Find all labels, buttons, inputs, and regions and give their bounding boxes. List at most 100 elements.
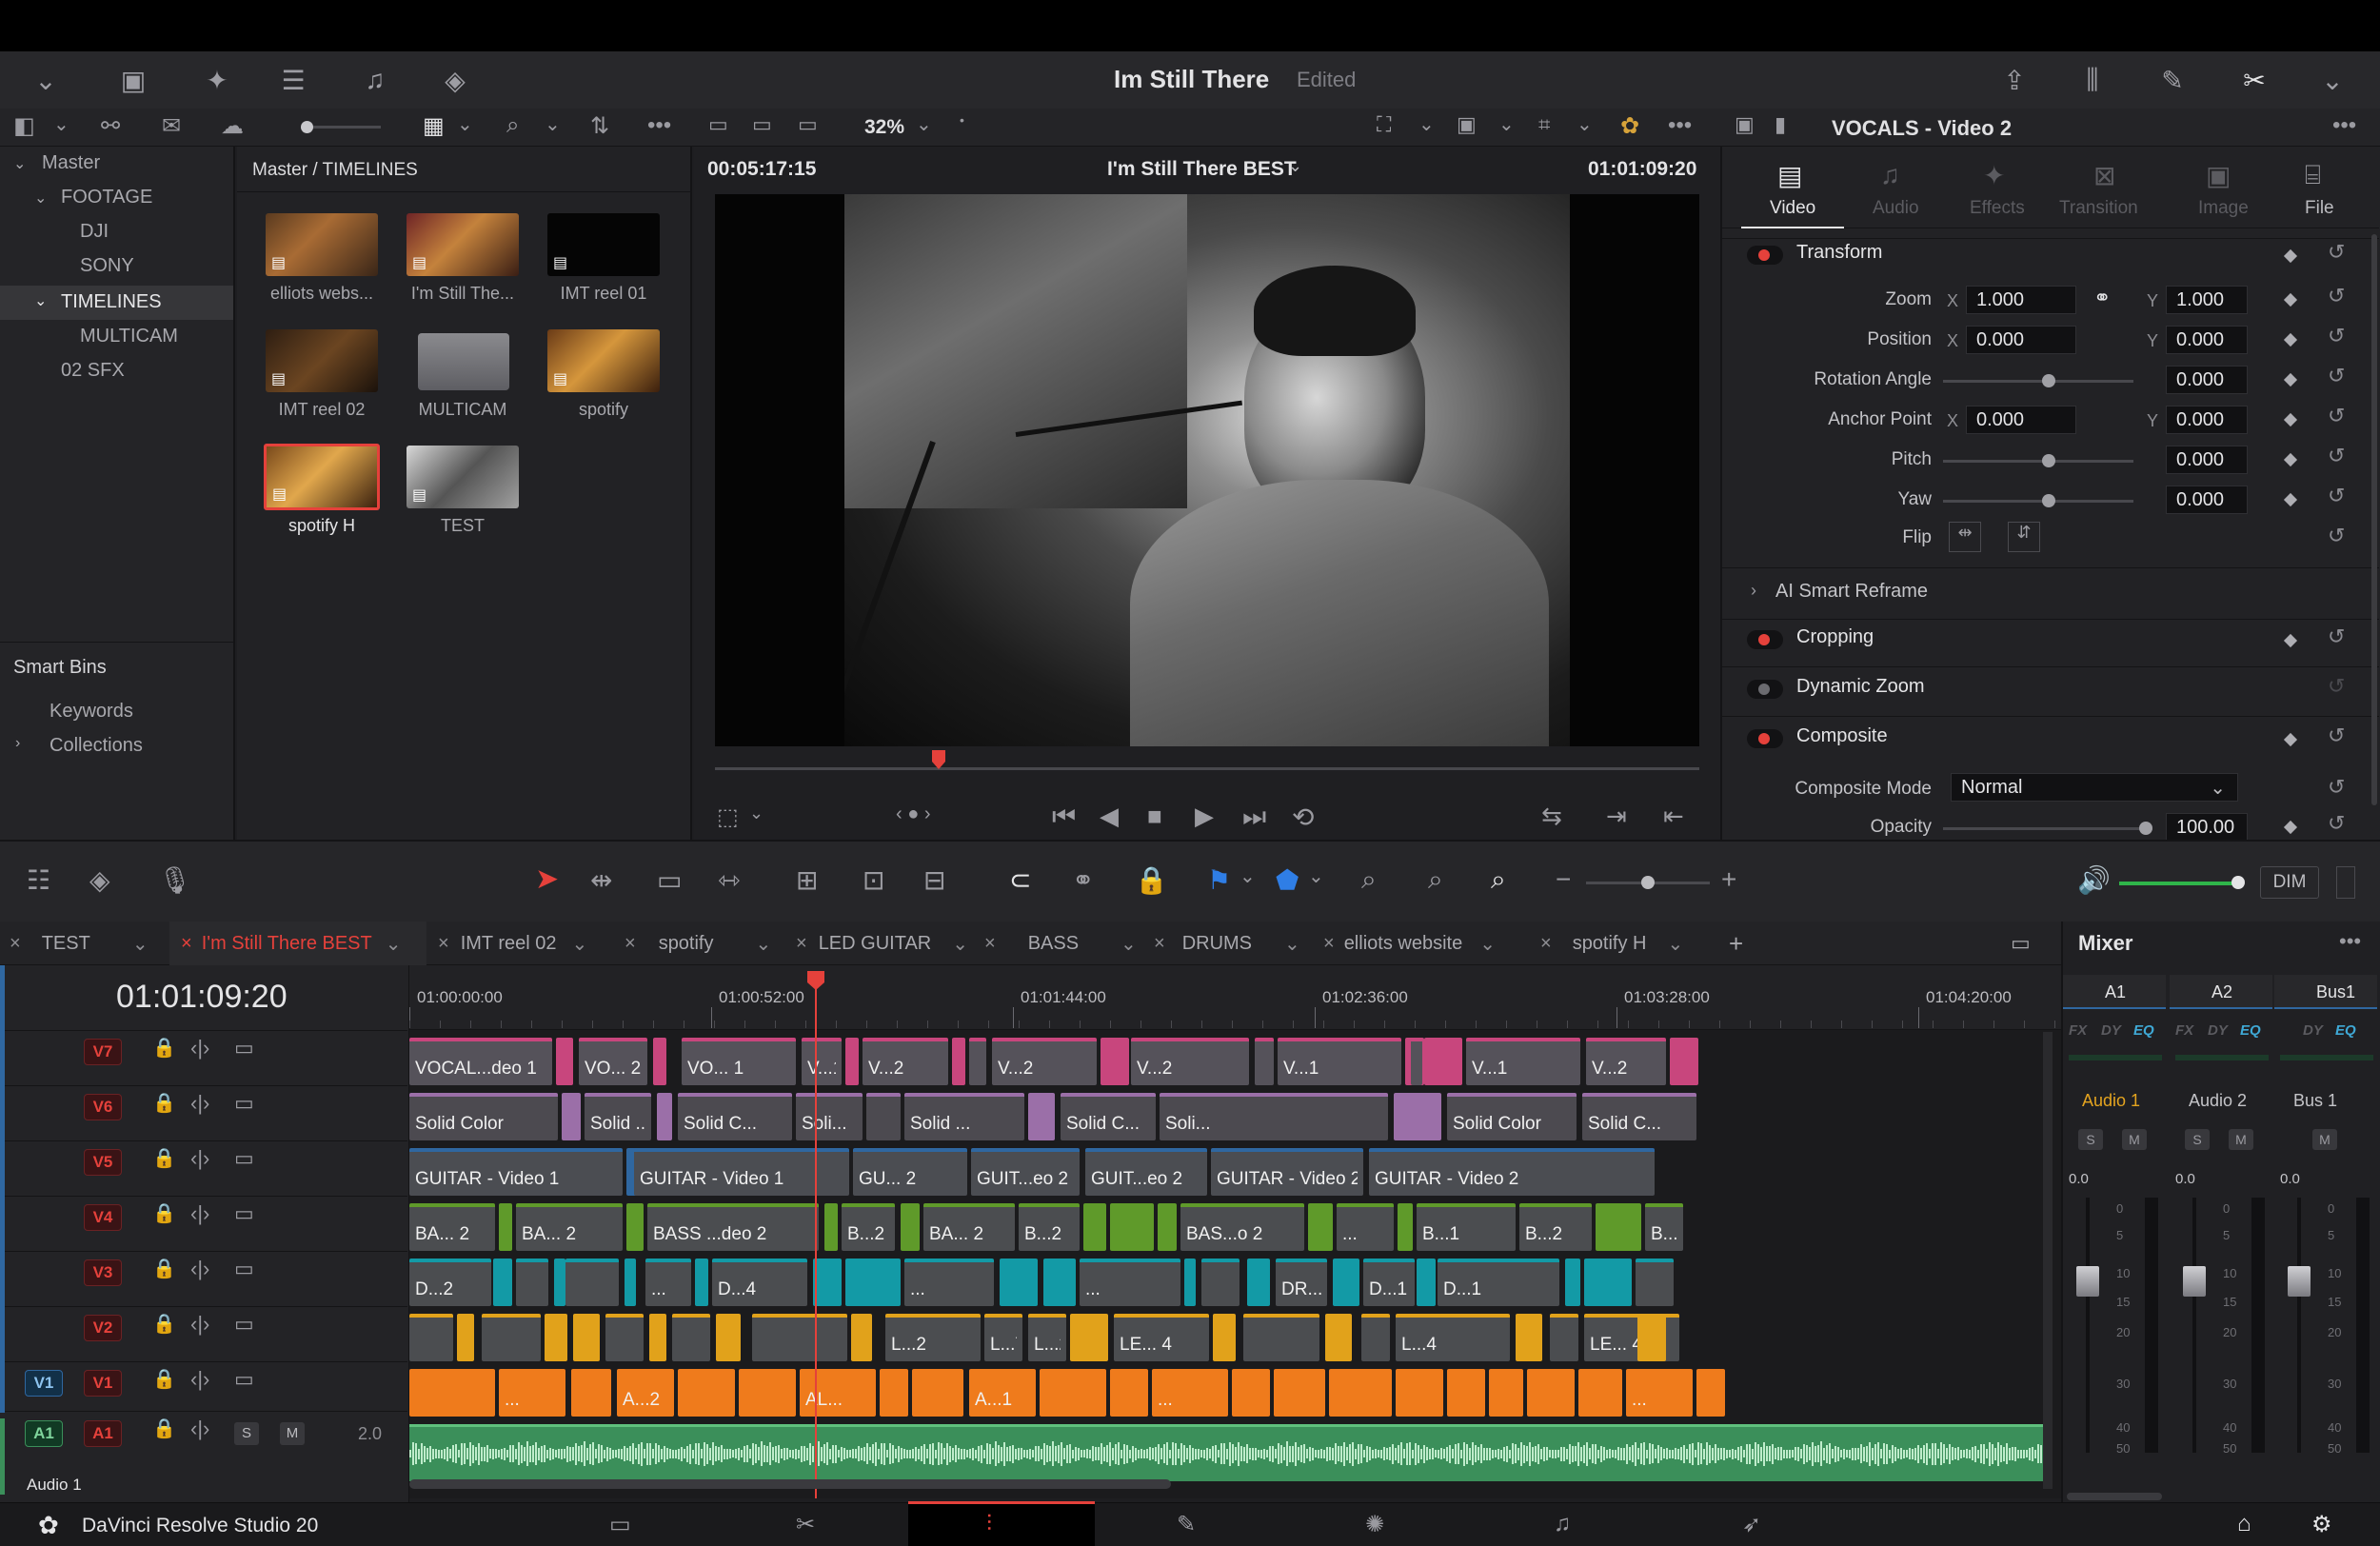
transform-toggle[interactable] bbox=[1747, 246, 1783, 265]
bin-sony[interactable]: SONY bbox=[80, 255, 134, 277]
home-icon[interactable]: ⌂ bbox=[2237, 1511, 2251, 1537]
viewer-timeline-name[interactable]: I'm Still There BEST bbox=[1107, 158, 1297, 181]
timeline-clip[interactable]: V...1 bbox=[1278, 1038, 1401, 1085]
close-icon[interactable]: × bbox=[10, 933, 21, 955]
mixer-eq-button[interactable]: EQ bbox=[2133, 1022, 2154, 1039]
file-tab-icon[interactable]: ⌸ bbox=[2305, 160, 2321, 191]
timeline-clip[interactable] bbox=[1636, 1259, 1674, 1306]
timeline-clip[interactable]: AL... bbox=[800, 1369, 876, 1417]
tab-file[interactable]: File bbox=[2305, 198, 2334, 219]
viewer-single-icon[interactable]: ▭ bbox=[708, 112, 728, 137]
thumb-im-still-there[interactable]: ▤ bbox=[407, 213, 519, 276]
timeline-clip[interactable]: Solid C... bbox=[1061, 1093, 1156, 1140]
timeline-clip[interactable] bbox=[952, 1038, 965, 1085]
track-badge[interactable]: V6 bbox=[84, 1094, 122, 1120]
chevron-down-icon[interactable]: ⌄ bbox=[1577, 112, 1593, 136]
rotation-field[interactable]: 0.000 bbox=[2166, 366, 2248, 394]
timeline-clip[interactable] bbox=[813, 1259, 842, 1306]
mixer-solo-button[interactable]: S bbox=[2078, 1129, 2103, 1150]
timeline-clip[interactable]: V...2 bbox=[1586, 1038, 1666, 1085]
timeline-clip[interactable] bbox=[1213, 1314, 1236, 1361]
reset-icon[interactable]: ↺ bbox=[2328, 775, 2345, 800]
lock-icon[interactable]: 🔒 bbox=[152, 1257, 176, 1280]
timeline-clip[interactable] bbox=[605, 1314, 644, 1361]
timeline-clip[interactable]: BA... 2 bbox=[516, 1203, 623, 1251]
fader-knob[interactable] bbox=[2076, 1266, 2099, 1297]
timeline-clip[interactable] bbox=[739, 1369, 796, 1417]
timeline-clip[interactable] bbox=[1565, 1259, 1580, 1306]
edit-index-icon[interactable]: ☰ bbox=[272, 59, 314, 101]
cloud-icon[interactable]: ☁ bbox=[221, 112, 244, 140]
mixer-dy-button[interactable]: DY bbox=[2208, 1022, 2228, 1039]
timeline-clip[interactable] bbox=[571, 1369, 611, 1417]
timeline-clip[interactable] bbox=[482, 1314, 541, 1361]
zoom-x-field[interactable]: 1.000 bbox=[1966, 286, 2076, 314]
reset-icon[interactable]: ↺ bbox=[2328, 674, 2345, 699]
keyframe-icon[interactable] bbox=[2283, 492, 2298, 507]
timeline-clip[interactable]: ... bbox=[645, 1259, 691, 1306]
skip-to-end-icon[interactable]: ⏭ bbox=[1242, 802, 1266, 833]
keyframe-icon[interactable] bbox=[2283, 820, 2298, 835]
lock-icon[interactable]: 🔒 bbox=[152, 1146, 176, 1170]
pool-item-label[interactable]: MULTICAM bbox=[391, 400, 534, 420]
keyframe-icon[interactable] bbox=[2283, 452, 2298, 467]
position-y-field[interactable]: 0.000 bbox=[2166, 326, 2248, 354]
mixer-eq-button[interactable]: EQ bbox=[2335, 1022, 2356, 1039]
audio-tab-icon[interactable]: ♫ bbox=[1880, 160, 1900, 190]
timeline-clip[interactable] bbox=[457, 1314, 474, 1361]
timeline-clip[interactable] bbox=[562, 1093, 581, 1140]
jog-control-icon[interactable]: ‹ ● › bbox=[896, 803, 931, 825]
play-icon[interactable]: ▶ bbox=[1195, 802, 1214, 831]
rotation-slider[interactable] bbox=[1943, 374, 2133, 387]
reset-icon[interactable]: ↺ bbox=[2328, 811, 2345, 836]
timeline-clip[interactable] bbox=[1308, 1203, 1333, 1251]
reset-icon[interactable]: ↺ bbox=[2328, 324, 2345, 348]
auto-select-icon[interactable]: ‹|› bbox=[190, 1146, 209, 1171]
hq-icon[interactable]: ▣ bbox=[1457, 112, 1477, 137]
tab-spotify-h[interactable]: × spotify H ⌄ bbox=[1531, 922, 1698, 965]
track-visibility-icon[interactable]: ▭ bbox=[234, 1091, 254, 1116]
keyframe-icon[interactable] bbox=[2283, 332, 2298, 347]
microphone-icon[interactable]: 🎙 bbox=[158, 864, 192, 896]
timeline-clip[interactable]: Soli... bbox=[796, 1093, 863, 1140]
track-visibility-icon[interactable]: ▭ bbox=[234, 1312, 254, 1337]
thumb-test[interactable]: ▤ bbox=[407, 446, 519, 508]
sound-library-icon[interactable]: ♫ bbox=[354, 59, 396, 101]
full-extent-zoom-icon[interactable]: ⌕ bbox=[1361, 864, 1377, 896]
section-ai-smart-reframe[interactable]: AI Smart Reframe bbox=[1775, 581, 1928, 603]
reset-icon[interactable]: ↺ bbox=[2328, 624, 2345, 649]
bin-master[interactable]: Master bbox=[42, 152, 100, 174]
timeline-clip[interactable] bbox=[1083, 1203, 1106, 1251]
fusion-page-icon[interactable]: ✎ bbox=[1177, 1511, 1196, 1538]
timeline-clip[interactable] bbox=[1043, 1259, 1076, 1306]
timeline-clip[interactable]: VO... 2 bbox=[579, 1038, 647, 1085]
timeline-clip[interactable] bbox=[556, 1038, 573, 1085]
timeline-clip[interactable] bbox=[1447, 1369, 1485, 1417]
timeline-clip[interactable]: B...3 bbox=[1645, 1203, 1683, 1251]
timeline-clip[interactable] bbox=[499, 1203, 512, 1251]
dynamic-trim-icon[interactable]: ▭ bbox=[657, 864, 682, 896]
timeline-clip[interactable]: LE... 4 bbox=[1114, 1314, 1209, 1361]
transitions-icon[interactable]: ◈ bbox=[89, 864, 110, 896]
expand-icon[interactable]: ⌄ bbox=[2311, 59, 2353, 101]
cut-page-icon[interactable]: ✂ bbox=[796, 1511, 815, 1538]
timeline-clip[interactable] bbox=[1028, 1093, 1055, 1140]
mixer-dy-button[interactable]: DY bbox=[2101, 1022, 2121, 1039]
timeline-ruler[interactable] bbox=[409, 965, 2061, 1030]
mixer-icon[interactable]: ⫼ bbox=[2072, 59, 2113, 101]
more-icon[interactable]: ••• bbox=[2332, 112, 2356, 139]
timeline-clip[interactable] bbox=[1550, 1314, 1578, 1361]
zoom-level[interactable]: 32% bbox=[864, 116, 904, 139]
tab-spotify[interactable]: × spotify ⌄ bbox=[615, 922, 784, 965]
timeline-clip[interactable] bbox=[1670, 1038, 1698, 1085]
keyframe-icon[interactable] bbox=[2283, 412, 2298, 427]
position-x-field[interactable]: 0.000 bbox=[1966, 326, 2076, 354]
timeline-clip[interactable] bbox=[1329, 1369, 1392, 1417]
timeline-clip[interactable]: GUITAR - Video 2 bbox=[1369, 1148, 1655, 1196]
reset-icon[interactable]: ↺ bbox=[2328, 723, 2345, 748]
timeline-clip[interactable] bbox=[695, 1259, 708, 1306]
timeline-clip[interactable] bbox=[716, 1314, 741, 1361]
thumb-elliots-website[interactable]: ▤ bbox=[266, 213, 378, 276]
metadata-icon[interactable]: ◈ bbox=[434, 59, 476, 101]
timeline-clip[interactable]: ... bbox=[1152, 1369, 1228, 1417]
